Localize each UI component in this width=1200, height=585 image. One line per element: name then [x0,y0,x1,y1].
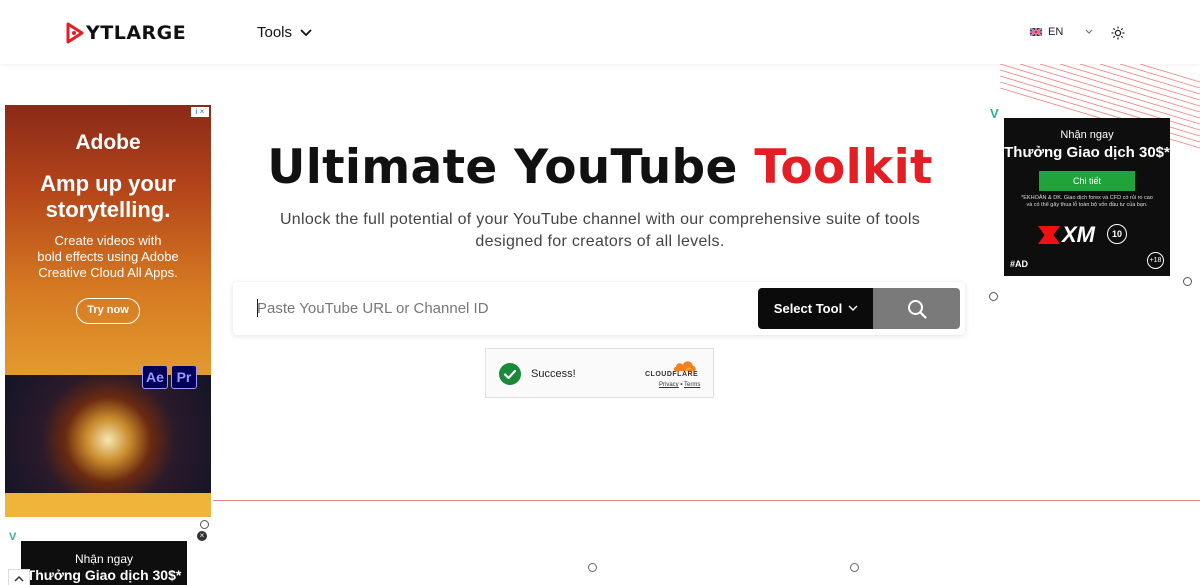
ad-footer-bar [5,493,211,517]
section-divider [213,500,1200,501]
link-separator: • [680,382,683,388]
ad-artwork [5,375,211,493]
ad-banner-adobe[interactable]: i × Adobe Amp up your storytelling. Crea… [5,105,211,517]
ad-headline: Amp up your storytelling. [5,171,211,223]
select-tool-dropdown[interactable]: Select Tool [758,288,874,329]
terms-link[interactable]: Terms [684,382,700,388]
title-main: Ultimate YouTube [267,140,738,195]
scroll-up-button[interactable] [8,569,30,585]
anniversary-badge: 10 [1107,224,1127,244]
ad-brand: Adobe [75,131,141,154]
nav-tools-menu[interactable]: Tools [257,24,312,41]
xm-logo-icon [1038,226,1060,244]
ad-subtext-line: Create videos with [54,233,162,248]
chevron-up-icon [14,575,24,582]
after-effects-icon: Ae [142,365,168,389]
url-input[interactable] [257,296,737,320]
ad-headline-line: storytelling. [45,197,171,222]
ad-details-button[interactable]: Chi tiết [1039,171,1135,191]
text-caret [257,299,258,317]
site-header: YTLARGE Tools EN [0,0,1200,64]
ad-info-icon[interactable] [1183,277,1192,286]
ad-choices-icon[interactable]: i × [191,107,209,117]
chevron-down-icon [300,28,312,36]
theme-toggle-sun-icon[interactable] [1111,26,1125,40]
language-selector[interactable]: EN [1030,26,1093,38]
ad-headline-line: Amp up your [40,171,176,196]
age-restriction-badge: +18 [1147,252,1164,269]
search-button[interactable] [873,288,960,329]
select-tool-label: Select Tool [773,301,843,316]
ad-info-icon[interactable] [588,563,597,572]
subtitle-line: designed for creators of all levels. [475,233,725,250]
ad-line: Thưởng Giao dịch 30$* [1004,144,1170,161]
title-accent: Toolkit [754,140,933,195]
ad-tag: #AD [1010,259,1029,269]
ad-line: Nhận ngay [74,552,134,566]
search-icon [907,299,927,319]
ad-fine-print: *EKHOẢN & DK. Giao dịch forex và CFD có … [1021,195,1153,208]
uk-flag-icon [1030,28,1042,36]
ad-info-icon[interactable] [989,292,998,301]
site-logo[interactable]: YTLARGE [66,22,186,44]
premiere-pro-icon: Pr [171,365,197,389]
turnstile-status: Success! [531,368,576,380]
cloudflare-turnstile[interactable]: Success! CLOUDFLARE Privacy • Terms [485,348,714,398]
ad-subtext-line: Creative Cloud All Apps. [38,265,178,280]
chevron-down-icon [848,305,858,311]
cloudflare-cloud-icon [673,361,696,372]
logo-text: YTLARGE [86,22,187,44]
ad-subtext-line: bold effects using Adobe [37,249,179,264]
cloudflare-brand: CLOUDFLARE [645,371,699,378]
ad-network-logo-icon: V [990,106,999,121]
subtitle-line: Unlock the full potential of your YouTub… [279,211,921,228]
chevron-down-icon [1085,29,1093,34]
ad-info-icon[interactable] [200,520,209,529]
ad-line: Thưởng Giao dịch 30$* [26,567,182,583]
language-label: EN [1048,26,1064,38]
ad-brand: XM [1062,222,1095,247]
turnstile-links: Privacy • Terms [659,382,700,388]
page-subtitle: Unlock the full potential of your YouTub… [258,209,942,253]
nav-tools-label: Tools [257,24,293,41]
success-check-icon [499,363,521,385]
ad-try-now-button[interactable]: Try now [76,298,140,324]
ad-line: Nhận ngay [1060,129,1114,141]
ad-close-icon[interactable]: × [197,531,207,541]
play-logo-icon [66,22,84,44]
ad-network-logo-icon: V [9,531,17,543]
ad-banner-xm[interactable]: Nhận ngay Thưởng Giao dịch 30$* Chi tiết… [1004,118,1170,276]
ad-banner-xm-small[interactable]: Nhận ngay Thưởng Giao dịch 30$* [21,541,187,585]
page-title: Ultimate YouTube Toolkit [200,140,1000,195]
ad-info-icon[interactable] [850,563,859,572]
ad-subtext: Create videos with bold effects using Ad… [5,233,211,281]
privacy-link[interactable]: Privacy [659,382,679,388]
search-bar: Select Tool [233,282,965,335]
